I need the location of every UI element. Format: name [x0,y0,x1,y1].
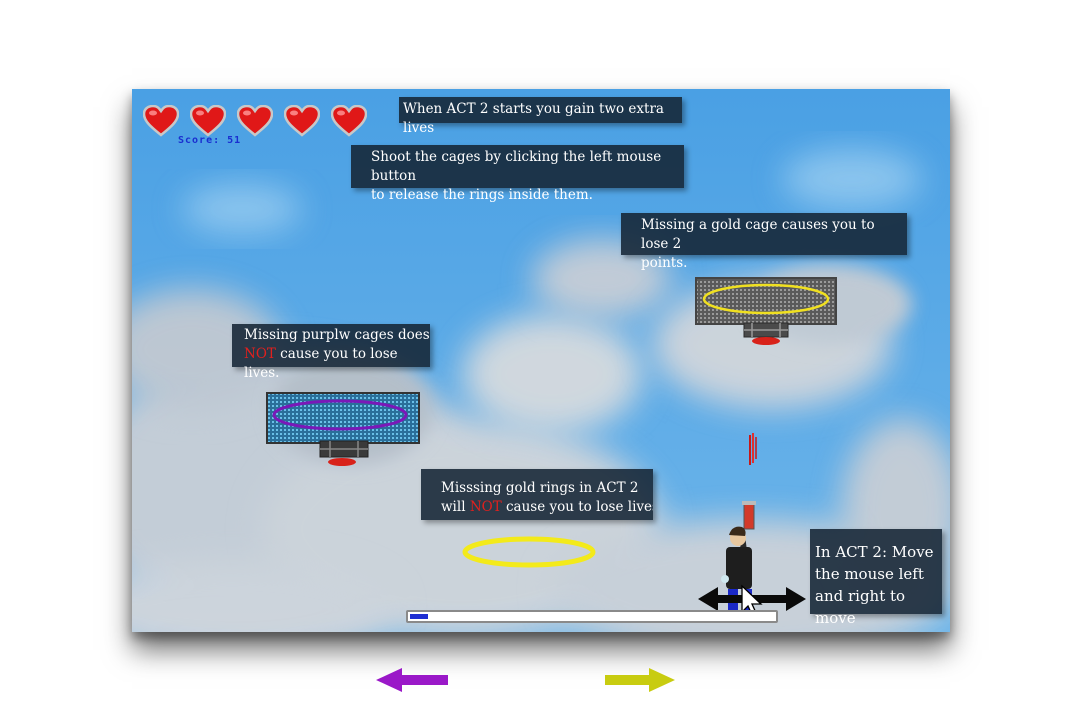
tip-gold-rings-line2: will NOT cause you to lose lives [441,498,653,517]
tip-move-line2: the mouse left [815,565,924,583]
tip-purple-cage-line2: NOT cause you to lose lives. [244,345,430,383]
tip-shoot-cages-line2: to release the rings inside them. [371,187,593,203]
level-progress-bar [406,610,778,623]
game-viewport[interactable]: Score: 51 When ACT 2 starts you gain two… [132,89,950,632]
right-arrow-icon [605,668,675,692]
tip-purple-cage: Missing purplw cages does NOT cause you … [232,324,430,381]
tip-gold-rings-will: will [441,499,470,515]
tip-gold-cage-line2: points. [641,255,688,271]
tip-move-mouse: In ACT 2: Move the mouse left and right … [810,529,942,627]
heart-icon [190,105,226,137]
tip-move-line3: and right to move [815,587,906,627]
tip-shoot-cages-line1: Shoot the cages by clicking the left mou… [371,149,662,184]
tip-act2-lives: When ACT 2 starts you gain two extra liv… [399,97,682,136]
heart-icon [143,105,179,137]
heart-icon [284,105,320,137]
not-warning: NOT [244,346,276,362]
heart-icon [331,105,367,137]
tip-gold-cage-line1: Missing a gold cage causes you to lose 2 [641,217,875,252]
tip-move-line1: In ACT 2: Move [815,543,934,561]
left-arrow-icon [376,668,448,692]
score-label: Score: 51 [178,135,242,146]
tip-purple-cage-line1: Missing purplw cages does [244,327,430,343]
tip-gold-rings-line1: Misssing gold rings in ACT 2 [441,480,639,496]
heart-icon [237,105,273,137]
level-progress-fill [410,614,429,619]
tip-shoot-cages: Shoot the cages by clicking the left mou… [351,145,684,203]
tip-gold-rings: Misssing gold rings in ACT 2 will NOT ca… [421,469,653,520]
not-warning: NOT [469,499,502,515]
tip-gold-cage: Missing a gold cage causes you to lose 2… [621,213,907,271]
tip-gold-rings-rest: cause you to lose lives [501,499,653,515]
